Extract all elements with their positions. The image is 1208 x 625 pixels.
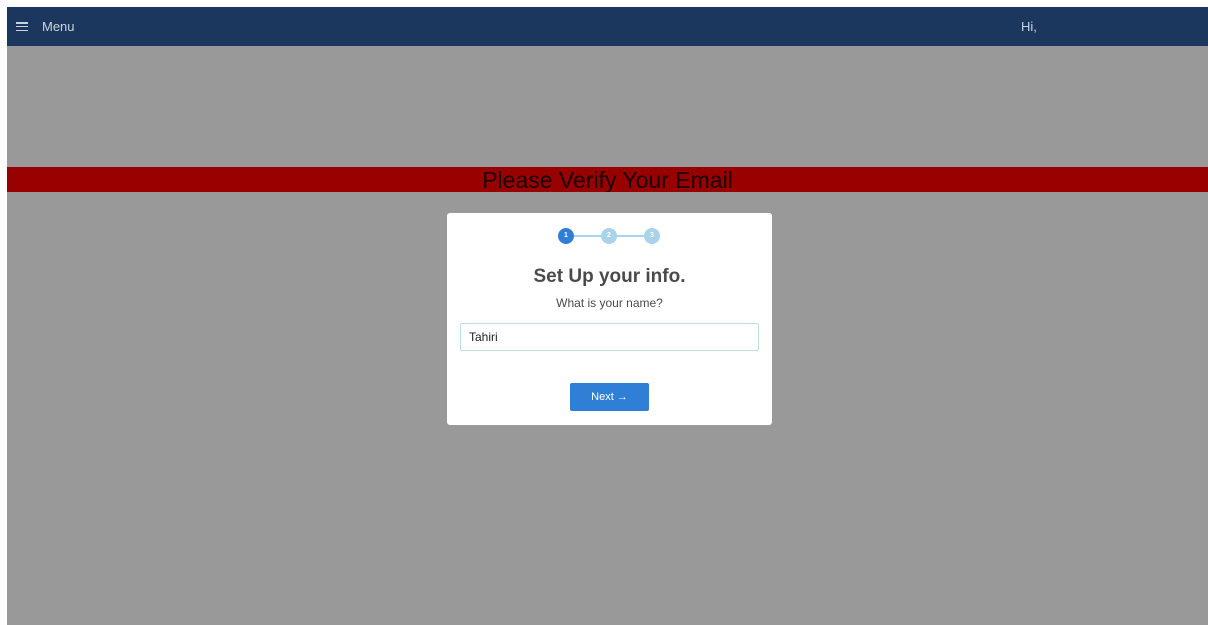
step-2-indicator: 2 (601, 228, 617, 244)
progress-stepper: 1 2 3 (558, 228, 662, 244)
user-greeting: Hi, (1021, 19, 1037, 34)
setup-info-dialog: 1 2 3 Set Up your info. What is your nam… (447, 213, 772, 425)
step-connector (617, 235, 644, 237)
dialog-title: Set Up your info. (533, 266, 686, 287)
step-connector (574, 235, 601, 237)
name-input[interactable] (460, 323, 759, 351)
verify-email-banner: Please Verify Your Email (7, 167, 1208, 192)
app-window: Menu Hi, Please Verify Your Email 1 2 3 … (7, 7, 1208, 625)
menu-label: Menu (42, 19, 75, 34)
step-3-indicator: 3 (644, 228, 660, 244)
top-navigation-bar: Menu Hi, (7, 7, 1208, 46)
next-button[interactable]: Next → (570, 383, 649, 411)
hamburger-menu-icon (16, 22, 28, 31)
step-1-indicator: 1 (558, 228, 574, 244)
menu-button[interactable]: Menu (16, 7, 75, 46)
name-question-label: What is your name? (556, 296, 663, 310)
